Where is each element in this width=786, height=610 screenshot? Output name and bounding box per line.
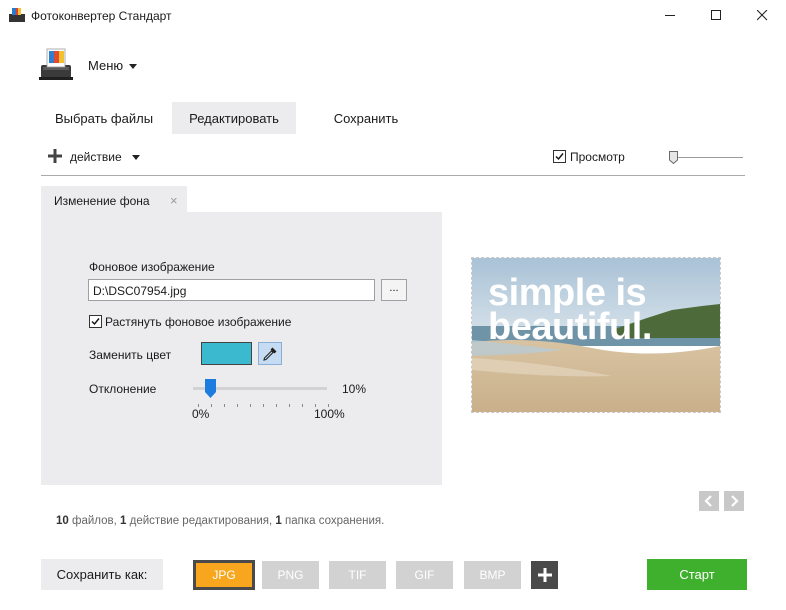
minimize-button[interactable] [647,0,693,31]
format-gif-button[interactable]: GIF [396,561,453,589]
actions-text: действие редактирования, [129,515,273,527]
stretch-label: Растянуть фоновое изображение [105,315,292,329]
slider-tick [276,404,277,407]
add-action-button[interactable]: действие [70,150,122,164]
format-tif-button[interactable]: TIF [329,561,386,589]
tab-label: Сохранить [333,110,399,126]
eyedropper-icon [263,347,277,361]
slider-tick [250,404,251,407]
tab-label: Редактировать [189,110,279,126]
toolbar-divider [41,175,745,176]
start-button[interactable]: Старт [647,559,747,590]
app-icon [9,8,25,22]
files-count: 10 [56,515,69,527]
preview-label: Просмотр [570,150,625,164]
chevron-down-icon[interactable] [132,155,140,160]
menu-button[interactable]: Меню [88,58,123,73]
status-line: 10 файлов, 1 действие редактирования, 1 … [56,515,384,527]
bg-image-label: Фоновое изображение [89,260,215,274]
bg-image-input[interactable]: D:\DSC07954.jpg [88,279,375,301]
folders-text: папка сохранения. [285,515,385,527]
deviation-label: Отклонение [89,382,157,396]
format-png-button[interactable]: PNG [262,561,319,589]
checkmark-icon [555,153,564,161]
chevron-left-icon [704,495,712,507]
prev-button[interactable] [699,491,719,511]
slider-tick [263,404,264,407]
slider-tick [237,404,238,407]
preview-checkbox[interactable] [553,150,566,163]
checkmark-icon [91,318,100,326]
close-icon [756,10,767,21]
save-as-label: Сохранить как: [41,559,163,590]
format-bmp-button[interactable]: BMP [464,561,521,589]
panel-close-button[interactable]: × [170,193,178,208]
add-format-button[interactable] [531,561,558,589]
eyedropper-button[interactable] [258,342,282,365]
deviation-slider-thumb[interactable] [204,379,216,398]
window-title: Фотоконвертер Стандарт [31,9,172,23]
preview-text-line: simple is [488,272,647,314]
chevron-down-icon[interactable] [129,64,137,69]
slider-tick [302,404,303,407]
maximize-icon [710,10,721,20]
panel-tab-label: Изменение фона [54,194,150,208]
folders-count: 1 [275,515,282,527]
chevron-right-icon [731,495,739,507]
actions-count: 1 [120,515,127,527]
close-window-button[interactable] [739,0,785,31]
preview-text-line: beautiful. [488,306,652,348]
slider-tick [289,404,290,407]
files-text: файлов, [72,515,117,527]
format-jpg-button[interactable]: JPG [193,560,255,590]
deviation-max-label: 100% [314,407,345,421]
zoom-slider-thumb[interactable] [669,151,678,164]
app-logo-icon[interactable] [39,47,73,81]
maximize-button[interactable] [693,0,739,31]
browse-button[interactable]: ... [381,279,407,301]
tab-label: Выбрать файлы [54,110,154,126]
color-swatch[interactable] [201,342,252,365]
tab-save[interactable]: Сохранить [306,102,426,134]
tab-select-files[interactable]: Выбрать файлы [44,102,164,134]
next-button[interactable] [724,491,744,511]
stretch-checkbox[interactable] [89,315,102,328]
zoom-slider-track[interactable] [674,157,743,158]
tab-edit[interactable]: Редактировать [172,102,296,134]
slider-tick [224,404,225,407]
replace-color-label: Заменить цвет [89,348,172,362]
minimize-icon [664,15,675,16]
preview-image: simple is beautiful. [471,257,721,413]
slider-tick [211,404,212,407]
preview-overlay-text: simple is beautiful. [488,272,652,348]
deviation-value: 10% [342,382,367,396]
deviation-min-label: 0% [192,407,210,421]
plus-icon [537,568,552,582]
plus-icon[interactable] [48,149,62,163]
